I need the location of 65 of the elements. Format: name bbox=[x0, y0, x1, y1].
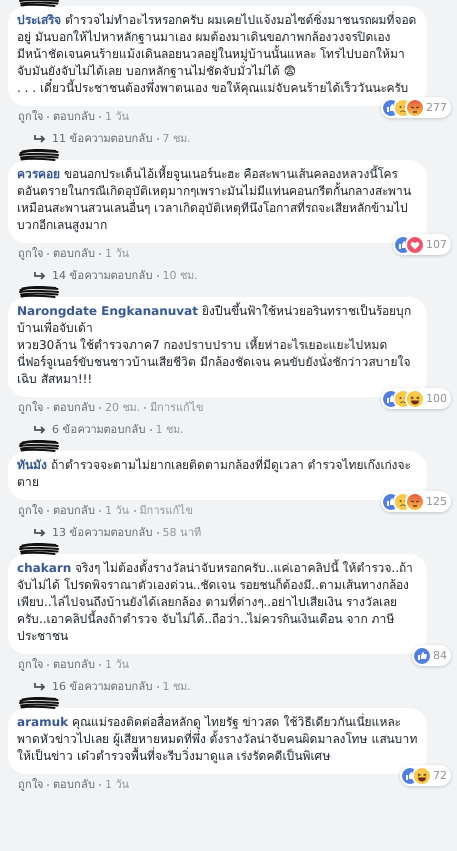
reaction-count: 125 bbox=[426, 494, 447, 510]
commenter-name[interactable]: ประเสริจ bbox=[17, 13, 61, 27]
reaction-count: 84 bbox=[433, 648, 447, 664]
reaction-summary[interactable]: 107 bbox=[393, 234, 451, 255]
action-link[interactable]: ถูกใจ bbox=[18, 108, 43, 125]
action-link[interactable]: ถูกใจ bbox=[18, 399, 43, 416]
comment-text: Narongdate Engkananuvat ยิงปืนขึ้นฟ้าใช้หน่วยอรินทราชเป็นร้อยบุกบ้านเพื่อจับเด้า หวย30ล้าน ใช้ตำรวจภาค7 กองปราบปราบ เหี้ยห่าอะไรเยอะแยะไปหมด นี่ฟอร์จูเนอร์ขับชนชาวบ้านเสียชีวิต มีกล้องชัดเจน คนขับยังนั่งชักว่าวสบายใจเฉิบ สัสหมา!!! bbox=[8, 297, 427, 397]
action-link[interactable]: ตอบกลับ bbox=[53, 656, 95, 673]
action-link[interactable]: ถูกใจ bbox=[18, 502, 43, 519]
action-link[interactable]: ตอบกลับ bbox=[53, 776, 95, 793]
commenter-name[interactable]: Narongdate Engkananuvat bbox=[17, 304, 198, 318]
replies-link[interactable]: 11 ข้อความตอบกลับ bbox=[52, 130, 152, 147]
comment-text: ประเสริจ ตำรวจไม่ทำอะไรหรอกครับ ผมเคยไปแจ้งมอไซต์ซิ่งมาชนรถผมที่จอดอยู่ มันบอกให้ไปหาหลักฐานมาเอง ผมต้องมาเดินขอภาพกล้องวงจรปิดเอง มีหน้าชัดเจนคนร้ายแม้งเดินลอยนวลอยู่ในหมู่บ้านนั้นแหละ โทรไปบอกให้มาจับมันยังจับไม่ได้เลย บอกหลักฐานไม่ชัดจับมั่วไม่ได้ 😨 . . . เดี๋ยวนี้ประชาชนต้องพึ่งพาตนเอง ขอให้คุณแม่จับคนร้ายได้เร็ววันนะครับ bbox=[8, 6, 427, 106]
action-link[interactable]: ถูกใจ bbox=[18, 656, 43, 673]
timestamp[interactable]: 1 วัน bbox=[105, 502, 130, 519]
timestamp[interactable]: 1 วัน bbox=[105, 776, 130, 793]
reply-time: 10 ชม. bbox=[162, 268, 198, 284]
reaction-summary[interactable]: 84 bbox=[412, 645, 451, 666]
reply-time: 7 ชม. bbox=[162, 131, 190, 147]
action-link[interactable]: ตอบกลับ bbox=[53, 502, 95, 519]
action-link[interactable]: ตอบกลับ bbox=[53, 108, 95, 125]
timestamp[interactable]: 1 วัน bbox=[105, 108, 130, 125]
reply-time: 1 ชม. bbox=[156, 422, 184, 438]
commenter-name[interactable]: ทันมัง bbox=[17, 458, 47, 472]
reaction-count: 100 bbox=[426, 391, 447, 407]
heart-icon bbox=[407, 236, 423, 252]
reaction-summary[interactable]: 125 bbox=[381, 491, 451, 512]
angry-face-icon bbox=[407, 100, 423, 116]
action-link[interactable]: ถูกใจ bbox=[18, 245, 43, 262]
action-link[interactable]: ตอบกลับ bbox=[53, 399, 95, 416]
laughing-face-icon bbox=[414, 768, 430, 784]
reply-arrow-icon bbox=[34, 134, 46, 144]
replies-link[interactable]: 13 ข้อความตอบกลับ bbox=[52, 524, 152, 541]
timestamp[interactable]: 20 ชม. bbox=[105, 399, 140, 416]
timestamp[interactable]: 1 วัน bbox=[105, 245, 130, 262]
reaction-count: 277 bbox=[426, 100, 447, 116]
reply-time: 1 ชม. bbox=[162, 679, 190, 695]
comment-text: ควรคอย ขอนอกประเด็นไอ้เหี้ยจูนเนอร์นะฮะ คือสะพานเส้นคลองหลวงนี้โครตอันตรายในกรณีเกิดอุบัติเหตุมากๆเพราะมันไม่มีแท่นคอนกรีตกั้นกลางสะพานเหมือนสะพานสวนเลนอื่นๆ เวลาเกิดอุบัติเหตุทีนึงโอกาสที่รถจะเสียหลักข้ามไปบวกอีกเลนสูงมาก bbox=[8, 160, 427, 243]
commenter-name[interactable]: chakarn bbox=[17, 561, 72, 575]
reaction-summary[interactable]: 277 bbox=[381, 97, 451, 118]
thumbs-up-icon bbox=[414, 648, 430, 664]
comment-text: aramuk คุณแม่รองติดต่อสื่อหลักดู ไทยรัฐ ข่าวสด ใช้วิธีเดียวกันเนี่ยแหละ พาดหัวข่าวไปเลย ผู้เสียหายหมดที่พึ่ง ตั้งรางวัลน่าจับคนผิดมาลงโทษ แสนบาท ให้เป็นข่าว เด๋วตำรวจพื้นที่จะรีบวิ่งมาดูแล เร่งรัดคดีเป็นพิเศษ bbox=[8, 708, 427, 774]
reaction-count: 72 bbox=[433, 768, 447, 784]
replies-link[interactable]: 14 ข้อความตอบกลับ bbox=[52, 267, 152, 284]
action-link[interactable]: ตอบกลับ bbox=[53, 245, 95, 262]
commenter-name[interactable]: aramuk bbox=[17, 715, 68, 729]
reply-time: 58 นาที bbox=[162, 525, 201, 541]
edited-label[interactable]: มีการแก้ไข bbox=[150, 399, 204, 416]
replies-link[interactable]: 16 ข้อความตอบกลับ bbox=[52, 678, 152, 695]
action-link[interactable]: ถูกใจ bbox=[18, 776, 43, 793]
comment-text: chakarn จริงๆ ไม่ต้องตั้งรางวัลน่าจับหรอกครับ..แค่เอาคลิปนี้ ให้ตำรวจ..ถ้าจับไม่ได้ โปรดพิจราณาตัวเองด่วน..ชัดเจน รอยชนก็ต้องมี..ตามเส้นทางกล้องเพียบ..ไล่ไปจนถึงบ้านยังได้เลยกล้อง ตามที่ต่างๆ..อย่าไปเสียเงิน รางวัลเลยครับ..เอาคลิปนี้ลงถ้าตำรวจ จับไม่ได้..ถือว่า..ไม่ควรกินเงินเดือน จาก ภาษี ประชาชน bbox=[8, 554, 427, 654]
comment-text: ทันมัง ถ้าตำรวจจะตามไม่ยากเลยติดตามกล้องที่มีดูเวลา ตำรวจไทยเก๊งเก่งจะตาย bbox=[8, 451, 427, 500]
edited-label[interactable]: มีการแก้ไข bbox=[140, 502, 194, 519]
reply-arrow-icon bbox=[34, 270, 46, 280]
reply-arrow-icon bbox=[34, 424, 46, 434]
commenter-name[interactable]: ควรคอย bbox=[17, 167, 60, 181]
angry-face-icon bbox=[407, 494, 423, 510]
reply-arrow-icon bbox=[34, 528, 46, 538]
replies-link[interactable]: 6 ข้อความตอบกลับ bbox=[52, 421, 146, 438]
reaction-summary[interactable]: 72 bbox=[400, 765, 451, 786]
timestamp[interactable]: 1 วัน bbox=[105, 656, 130, 673]
laughing-face-icon bbox=[407, 390, 423, 406]
reaction-summary[interactable]: 100 bbox=[381, 388, 451, 409]
reply-arrow-icon bbox=[34, 682, 46, 692]
reaction-count: 107 bbox=[426, 237, 447, 253]
